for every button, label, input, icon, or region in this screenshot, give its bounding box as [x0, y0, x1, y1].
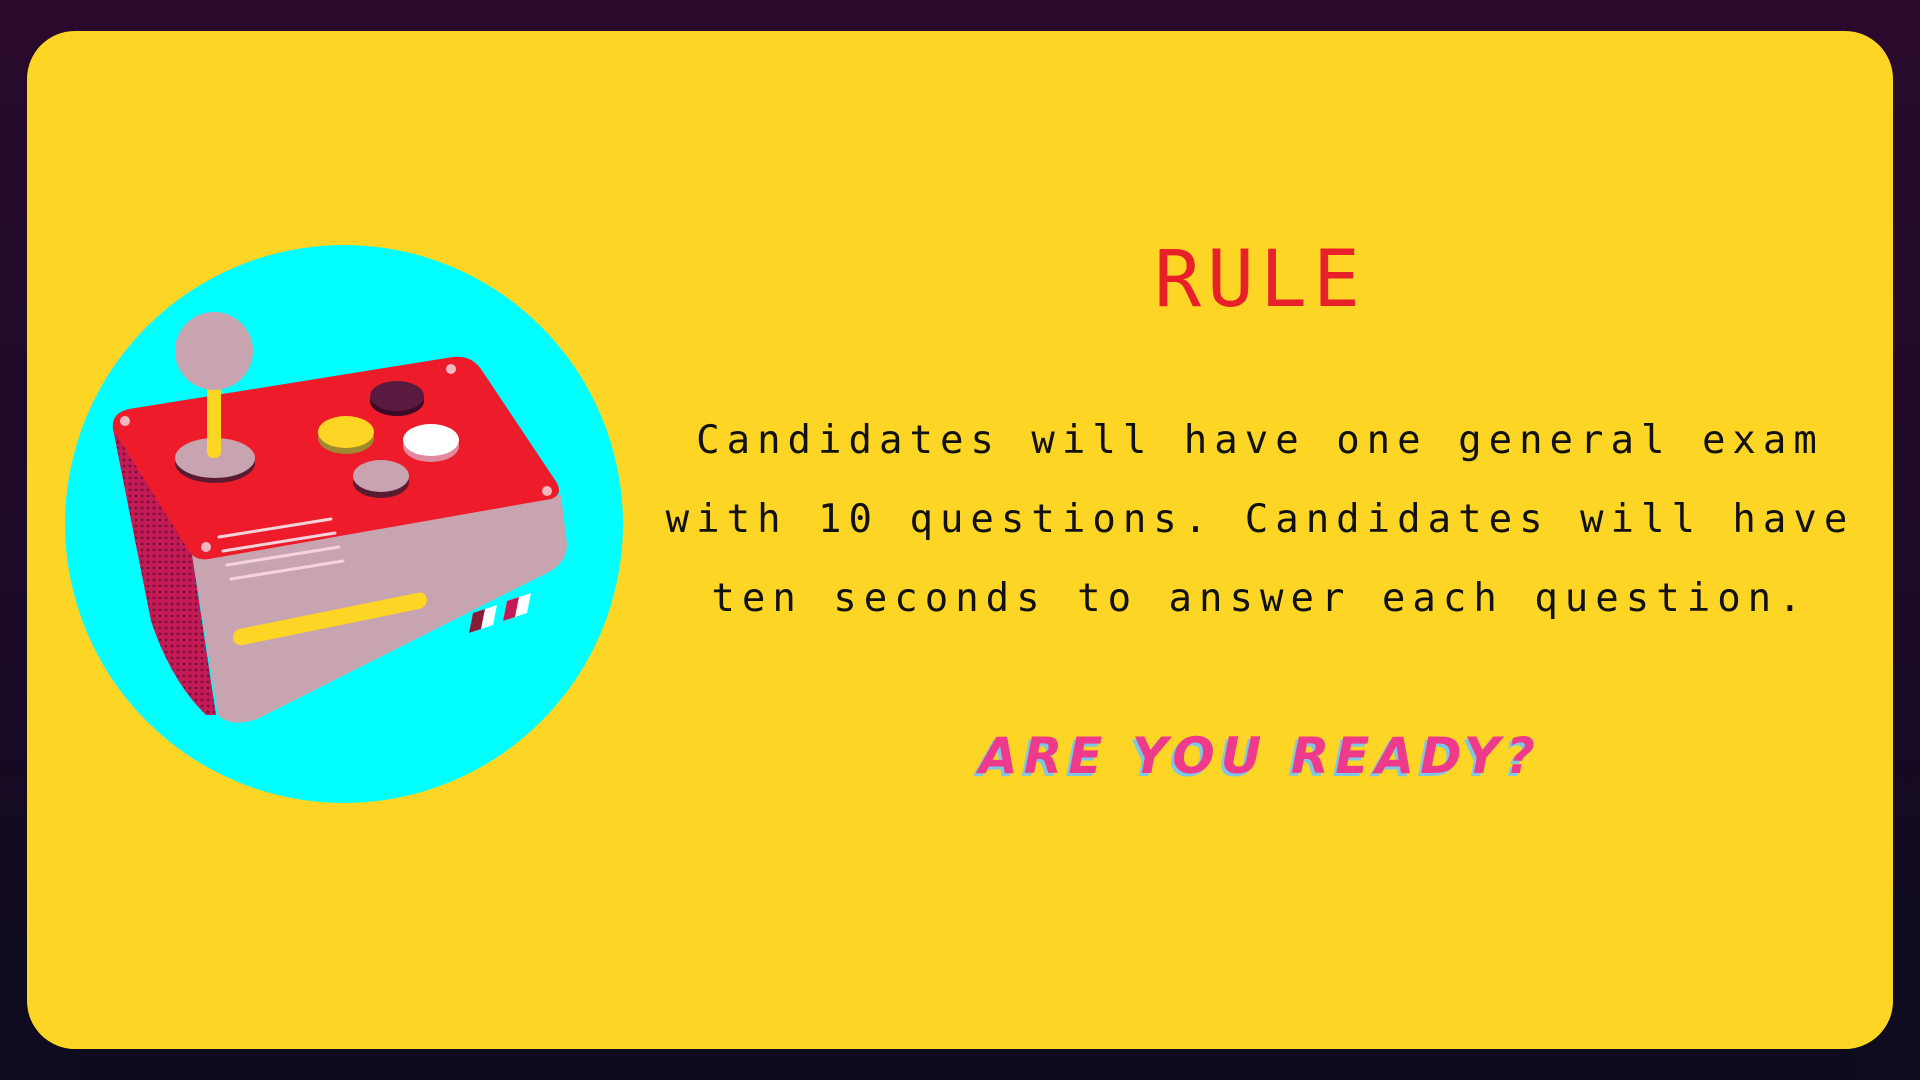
rule-description: Candidates will have one general exam wi… [665, 418, 1855, 621]
rule-text-panel: RULE Candidates will have one general ex… [627, 31, 1893, 1049]
arcade-controller-icon [65, 245, 623, 803]
page-title: RULE [1154, 235, 1366, 325]
rule-card: RULE Candidates will have one general ex… [27, 31, 1893, 1049]
ready-prompt: ARE YOU READY? [979, 727, 1541, 785]
